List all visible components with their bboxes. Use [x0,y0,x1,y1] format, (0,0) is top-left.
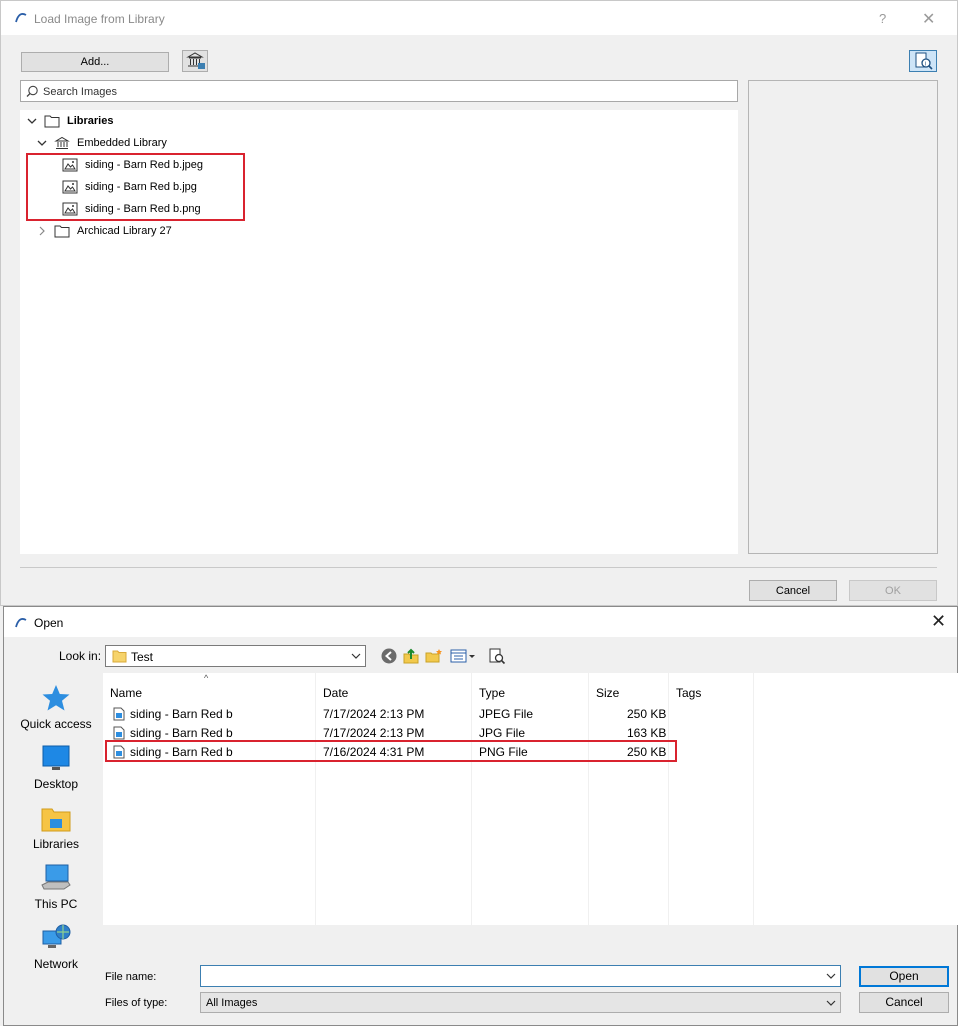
library-building-icon [54,136,70,149]
column-header-tags[interactable]: Tags [676,685,701,707]
info-search-icon: i [915,52,933,70]
tree-node-libraries[interactable]: Libraries [26,111,113,131]
cancel-button[interactable]: Cancel [859,992,949,1013]
ok-button[interactable]: OK [849,580,937,601]
dialog-title: Open [34,616,64,630]
dialog-title: Load Image from Library [34,12,165,26]
title-bar: Open ✕ [4,607,957,637]
place-network[interactable]: Network [13,923,99,979]
search-box[interactable] [20,80,738,102]
file-name: siding - Barn Red b [130,707,233,721]
desktop-icon [42,745,70,770]
preview-panel [748,80,938,554]
chevron-down-icon[interactable] [36,137,48,149]
network-icon [42,924,71,948]
file-size: 250 KB [627,707,667,721]
place-quick-access[interactable]: Quick access [13,683,99,739]
chevron-right-icon[interactable] [36,225,48,237]
folder-icon [54,225,70,238]
close-button[interactable]: ✕ [922,9,935,29]
view-menu-icon[interactable] [450,647,476,665]
cancel-button[interactable]: Cancel [749,580,837,601]
place-desktop[interactable]: Desktop [13,743,99,799]
library-building-icon [186,52,205,69]
file-list: ^ Name Date Type Size Tags siding - Barn… [103,673,958,925]
file-name-input[interactable] [205,969,805,984]
svg-text:i: i [925,62,926,68]
tree-label: Embedded Library [77,137,167,149]
add-button[interactable]: Add... [21,52,169,72]
file-date: 7/17/2024 2:13 PM [323,726,425,740]
library-manager-button[interactable] [182,50,208,72]
help-button[interactable]: ? [879,11,886,26]
column-header-date[interactable]: Date [323,685,348,707]
preview-toggle-button[interactable]: i [909,50,937,72]
tree-label: Archicad Library 27 [77,225,172,237]
folder-icon [112,650,127,663]
load-image-dialog: Load Image from Library ? ✕ Add... i Sea… [0,0,958,606]
star-icon [42,685,70,711]
search-icon [26,85,38,97]
table-row[interactable]: siding - Barn Red b 7/17/2024 2:13 PM JP… [103,705,958,724]
column-header-size[interactable]: Size [596,685,619,707]
up-folder-icon[interactable] [402,647,420,665]
chevron-down-icon[interactable] [826,971,836,981]
file-date: 7/17/2024 2:13 PM [323,707,425,721]
archicad-logo-icon [15,618,27,628]
tree-node-archicad-library[interactable]: Archicad Library 27 [36,221,172,241]
title-bar: Load Image from Library ? ✕ [1,1,957,35]
computer-icon [41,864,71,890]
chevron-down-icon[interactable] [351,651,361,661]
chevron-down-icon[interactable] [26,115,38,127]
look-in-value: Test [131,650,154,664]
look-in-select[interactable]: Test [105,645,366,667]
close-button[interactable]: ✕ [931,611,946,632]
archicad-logo-icon [15,13,27,23]
highlight-box [26,153,245,221]
look-in-label: Look in: [59,649,102,663]
sort-ascending-icon: ^ [204,673,209,683]
search-input[interactable] [43,84,723,99]
files-of-type-label: Files of type: [105,997,168,1009]
image-file-icon [113,726,125,740]
file-name-field[interactable] [200,965,841,987]
file-name: siding - Barn Red b [130,726,233,740]
column-header-name[interactable]: Name [110,685,142,707]
tree-node-embedded-library[interactable]: Embedded Library [36,133,167,153]
highlight-box [105,740,677,762]
file-size: 163 KB [627,726,667,740]
tree-label: Libraries [67,115,114,127]
place-this-pc[interactable]: This PC [13,863,99,919]
chevron-down-icon[interactable] [826,998,836,1008]
column-header-type[interactable]: Type [479,685,505,707]
place-label: Quick access [20,717,92,731]
divider [20,567,937,568]
new-folder-icon[interactable] [425,647,443,665]
preview-icon[interactable] [488,647,506,665]
file-name-label: File name: [105,971,157,983]
places-bar: Quick access Desktop Libraries This PC N… [13,673,99,973]
open-button[interactable]: Open [859,966,949,987]
place-label: Libraries [32,837,80,851]
place-label: This PC [34,897,78,911]
open-dialog: Open ✕ Look in: Test Quick access Deskto… [3,606,958,1026]
file-type: JPEG File [479,707,534,721]
place-libraries[interactable]: Libraries [13,803,99,859]
folder-icon [44,115,60,128]
file-type: JPG File [479,726,526,740]
image-file-icon [113,707,125,721]
place-label: Desktop [33,777,79,791]
files-of-type-select[interactable]: All Images [200,992,841,1013]
libraries-icon [41,808,71,832]
files-of-type-value: All Images [206,997,258,1009]
back-icon[interactable] [380,647,398,665]
place-label: Network [33,957,78,971]
